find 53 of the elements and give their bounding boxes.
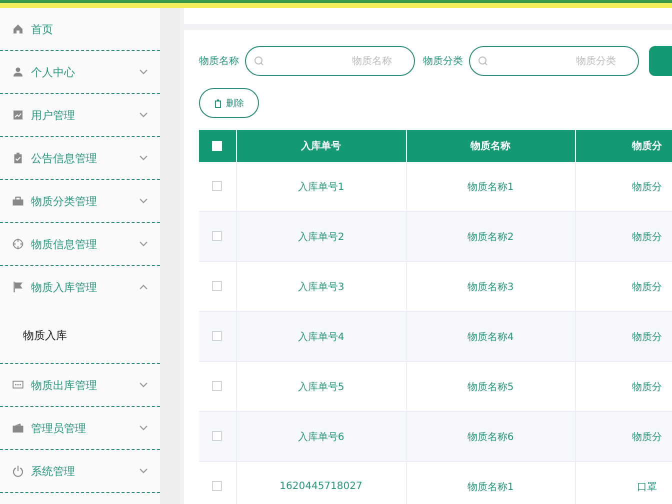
select-all-checkbox[interactable] [212,140,222,151]
table-cell: 物质名称6 [406,412,575,462]
power-icon [12,465,24,477]
column-header[interactable]: 入库单号 [236,130,406,162]
user-icon [12,66,24,78]
row-checkbox[interactable] [212,331,222,342]
row-checkbox[interactable] [212,181,222,192]
menu-item[interactable]: 系统管理 [0,450,160,493]
menu-item[interactable]: 物质入库管理 [0,266,160,308]
menu-item[interactable]: 个人中心 [0,51,160,94]
briefcase-icon [12,195,24,207]
row-checkbox[interactable] [212,481,222,492]
table-cell: 物质名称2 [406,212,575,262]
column-header[interactable]: 物质名称 [406,130,575,162]
column-header[interactable]: 物质分 [575,130,672,162]
row-checkbox[interactable] [212,431,222,442]
menu-item[interactable]: 物质分类管理 [0,180,160,223]
table-cell: 1620445718027 [236,462,406,504]
search-icon [254,56,264,66]
menu-item[interactable]: 管理员管理 [0,407,160,450]
home-icon [12,23,24,35]
row-checkbox[interactable] [212,381,222,392]
table-cell: 入库单号2 [236,212,406,262]
search-field[interactable]: 物质分类 [469,46,639,76]
table-cell: 物质名称1 [406,462,575,504]
trash-icon [214,98,222,108]
table-cell: 口罩 [575,462,672,504]
chat-icon [12,379,24,391]
table-cell: 物质分 [575,212,672,262]
table-cell: 入库单号4 [236,312,406,362]
submenu-item[interactable]: 物质入库 [0,308,160,364]
menu-item[interactable]: 首页 [0,8,160,51]
table-cell: 物质名称4 [406,312,575,362]
clipboard-icon [12,152,24,164]
menu-item[interactable]: 物质信息管理 [0,223,160,266]
row-checkbox[interactable] [212,231,222,242]
row-checkbox[interactable] [212,281,222,292]
menu-item[interactable]: 用户管理 [0,94,160,137]
field-label: 物质分类 [423,54,463,68]
wallet-icon [12,422,24,434]
menu-item[interactable]: 公告信息管理 [0,137,160,180]
menu-item[interactable]: 物质出库管理 [0,364,160,407]
search-button[interactable] [649,46,672,76]
delete-button[interactable]: 删除 [199,88,259,118]
crosshair-icon [12,238,24,250]
table-cell: 入库单号6 [236,412,406,462]
table-cell: 物质分 [575,312,672,362]
chart-icon [12,109,24,121]
table-cell: 物质分 [575,412,672,462]
flag-icon [12,281,24,293]
search-field[interactable]: 物质名称 [245,46,415,76]
field-label: 物质名称 [199,54,239,68]
search-icon [478,56,488,66]
